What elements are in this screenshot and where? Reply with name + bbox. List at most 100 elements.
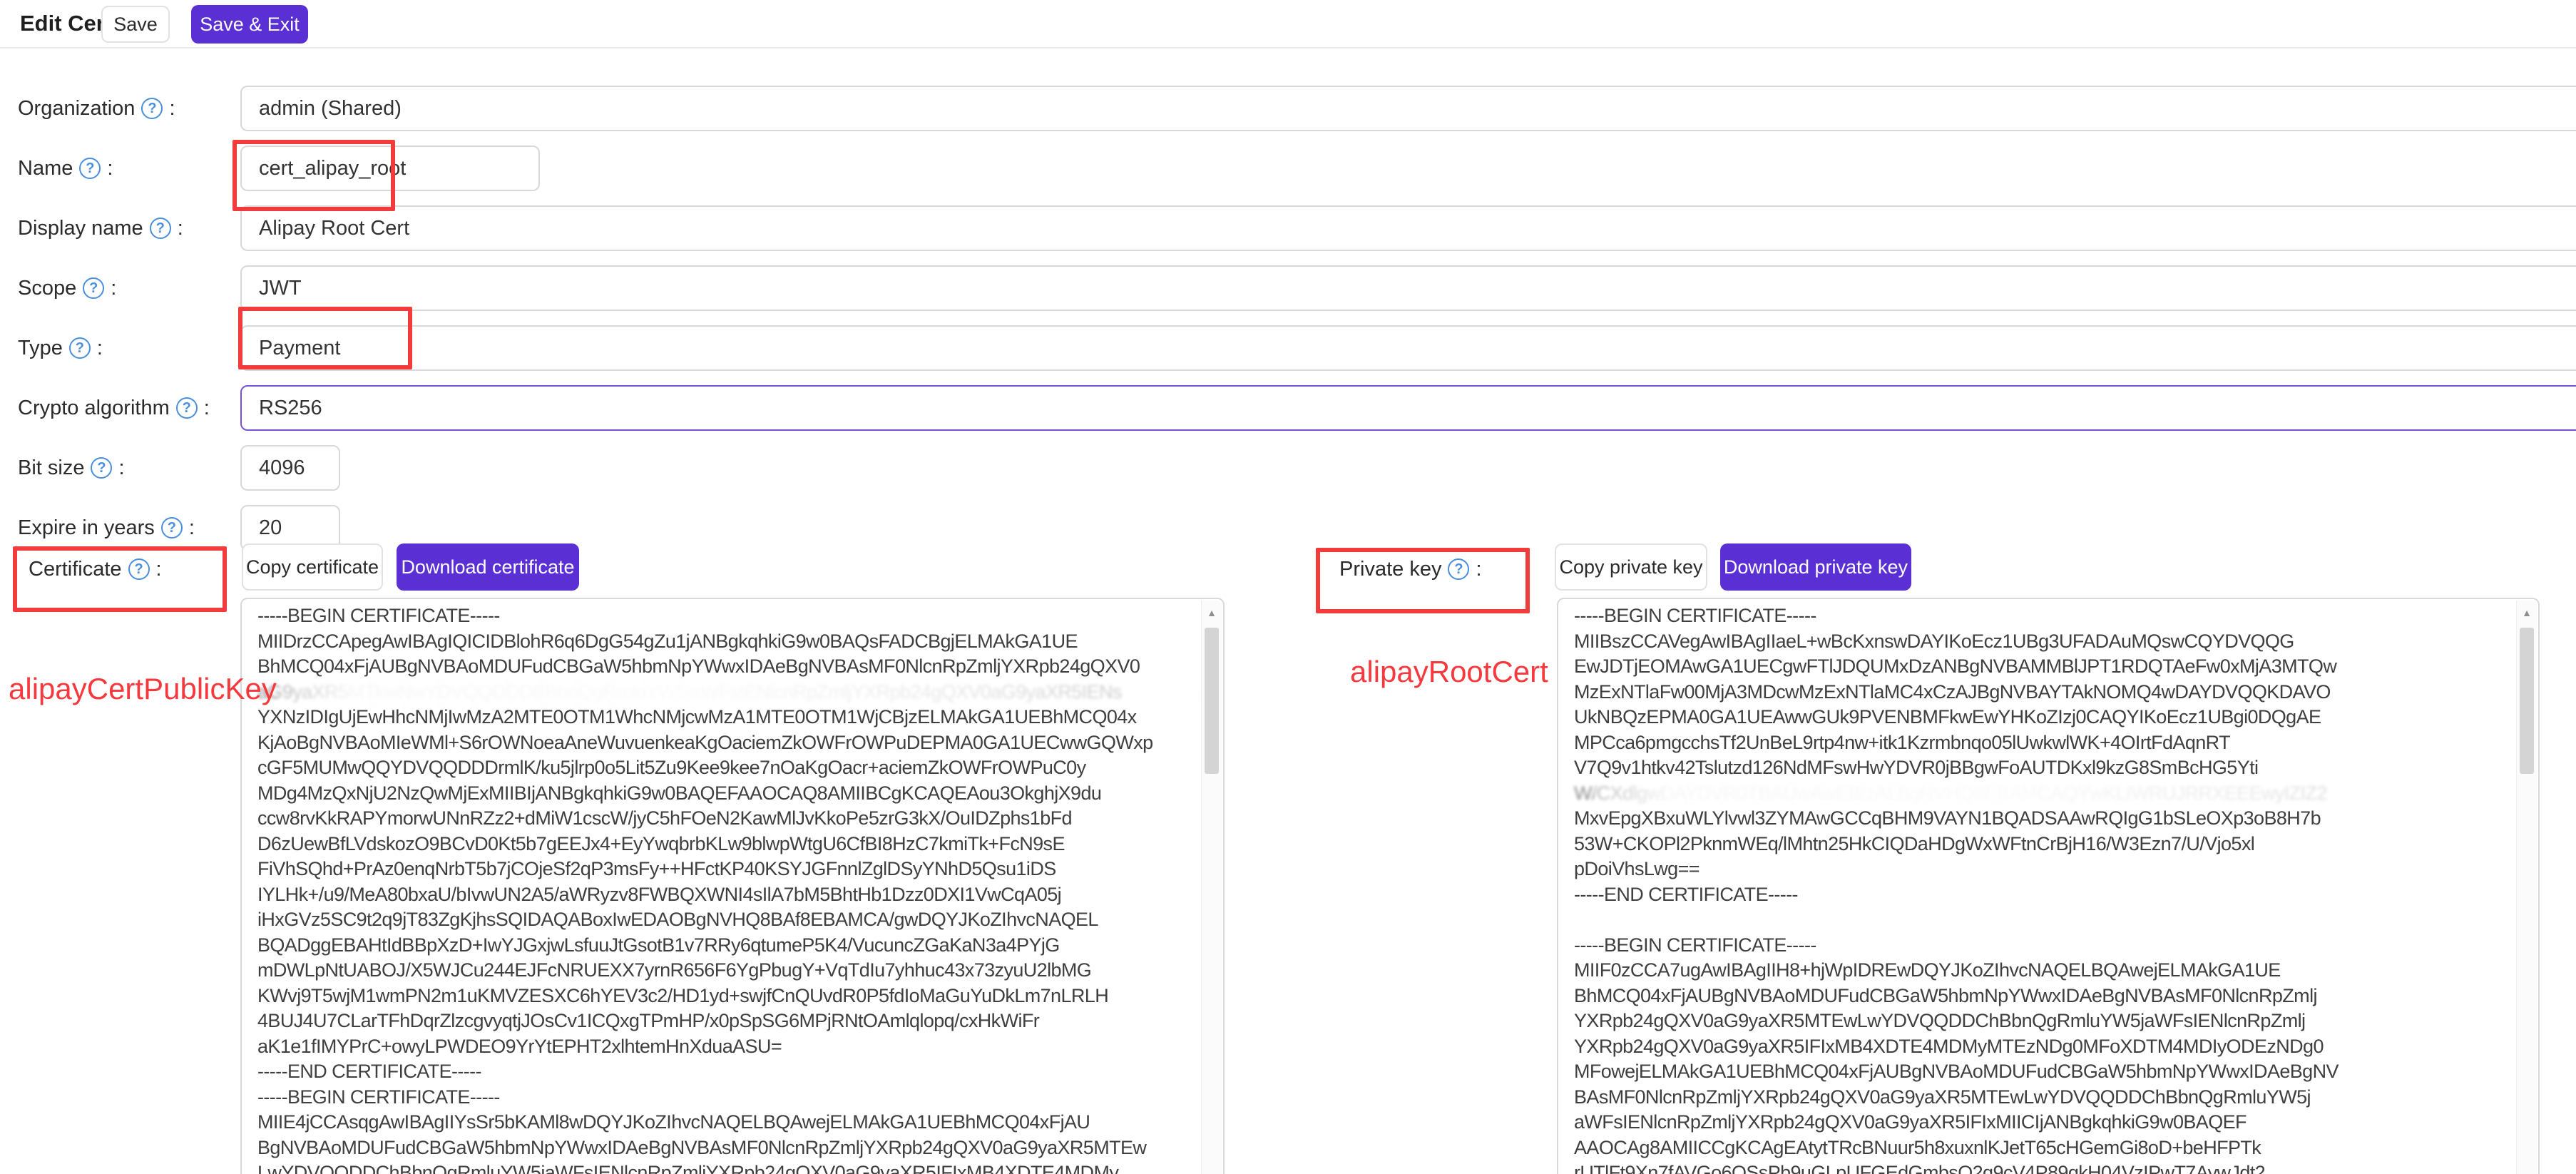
cert-line: mDWLpNtUABOJ/X5WJCu244EJFcNRUEXX7yrnR656…	[257, 958, 1197, 984]
certificate-content: -----BEGIN CERTIFICATE-----MIIDrzCCApegA…	[257, 603, 1197, 1174]
cert-line: MxvEpgXBxuWLYlvwl3ZYMAwGCCqBHM9VAYN1BQAD…	[1574, 806, 2513, 832]
help-icon[interactable]: ?	[1448, 558, 1469, 580]
help-icon[interactable]: ?	[91, 457, 112, 479]
cert-line: BQADggEBAHtIdBBpXzD+IwYJGxjwLsfuuJtGsotB…	[257, 933, 1197, 959]
cert-line: D6zUewBfLVdskozO9BCvD0Kt5b7gEEJx4+EyYwqb…	[257, 832, 1197, 857]
cert-line: YXNzIDIgUjEwHhcNMjIwMzA2MTE0OTM1WhcNMjcw…	[257, 705, 1197, 730]
label-colon: :	[156, 558, 162, 581]
bit-size-input[interactable]: 4096	[240, 445, 340, 491]
cert-line: aG9yaXR5MTkwNwYDVQQDDDBBbnQgRmluYW5jaWFs…	[257, 680, 1197, 705]
annotation-alipay-root-cert: alipayRootCert	[1350, 655, 1548, 689]
organization-input[interactable]: admin (Shared)	[240, 86, 2576, 131]
scrollbar-thumb[interactable]	[1205, 628, 1219, 774]
cert-line: -----BEGIN CERTIFICATE-----	[257, 1085, 1197, 1111]
form-row-scope: Scope ? : JWT	[0, 265, 2576, 311]
form-row-crypto-algorithm: Crypto algorithm ? : RS256	[0, 385, 2576, 431]
certificate-scrollbar[interactable]: ▲	[1201, 601, 1222, 1174]
cert-line: BhMCQ04xFjAUBgNVBAoMDUFudCBGaW5hbmNpYWwx…	[257, 654, 1197, 680]
cert-line: MIIF0zCCA7ugAwIBAgIIH8+hjWpIDREwDQYJKoZI…	[1574, 958, 2513, 984]
cert-line: MIIBszCCAVegAwIBAgIIaeL+wBcKxnswDAYIKoEc…	[1574, 629, 2513, 655]
cert-line: UkNBQzEPMA0GA1UEAwwGUk9PVENBMFkwEwYHKoZI…	[1574, 705, 2513, 730]
scroll-up-icon[interactable]: ▲	[2517, 601, 2537, 625]
crypto-algorithm-label: Crypto algorithm ? :	[18, 385, 210, 431]
display-name-label-text: Display name	[18, 217, 143, 240]
form-row-type: Type ? : Payment	[0, 325, 2576, 371]
organization-label-text: Organization	[18, 97, 135, 121]
cert-line: EwJDTjEOMAwGA1UECgwFTlJDQUMxDzANBgNVBAMM…	[1574, 654, 2513, 680]
label-colon: :	[169, 97, 175, 121]
crypto-algorithm-label-text: Crypto algorithm	[18, 397, 170, 420]
form-row-display-name: Display name ? : Alipay Root Cert	[0, 205, 2576, 251]
bit-size-label: Bit size ? :	[18, 445, 125, 491]
type-input[interactable]: Payment	[240, 325, 2576, 371]
download-private-key-button[interactable]: Download private key	[1720, 543, 1911, 591]
cert-line: -----END CERTIFICATE-----	[257, 1059, 1197, 1085]
label-colon: :	[1476, 558, 1481, 581]
organization-label: Organization ? :	[18, 86, 175, 131]
certificate-textarea[interactable]: -----BEGIN CERTIFICATE-----MIIDrzCCApegA…	[240, 598, 1225, 1174]
save-and-exit-button[interactable]: Save & Exit	[191, 5, 308, 44]
bit-size-label-text: Bit size	[18, 456, 84, 480]
cert-line: AAOCAg8AMIICCgKCAgEAtytTRcBNuur5h8xuxnlK…	[1574, 1135, 2513, 1161]
help-icon[interactable]: ?	[141, 98, 163, 119]
cert-line: rUTlFt9Xn7fAVGo6QSsPb9uGLpUFGEdGmbsQ2q9c…	[1574, 1160, 2513, 1174]
private-key-scrollbar[interactable]: ▲	[2516, 601, 2537, 1174]
scroll-up-icon[interactable]: ▲	[1202, 601, 1222, 625]
label-colon: :	[97, 337, 103, 360]
annotation-alipay-cert-public-key: alipayCertPublicKey	[9, 672, 277, 706]
download-certificate-button[interactable]: Download certificate	[397, 543, 579, 591]
cert-line: pDoiVhsLwg==	[1574, 857, 2513, 882]
cert-line: MFowejELMAkGA1UEBhMCQ04xFjAUBgNVBAoMDUFu…	[1574, 1059, 2513, 1085]
cert-line: KjAoBgNVBAoMIeWMl+S6rOWNoeaAneWuvuenkeaK…	[257, 730, 1197, 756]
cert-line: iHxGVz5SC9t2q9jT83ZgKjhsSQIDAQABoxIwEDAO…	[257, 907, 1197, 933]
crypto-algorithm-input[interactable]: RS256	[240, 385, 2576, 431]
cert-line: YXRpb24gQXV0aG9yaXR5IFIxMB4XDTE4MDMyMTEz…	[1574, 1034, 2513, 1060]
help-icon[interactable]: ?	[176, 397, 198, 419]
cert-line: LwYDVQQDDChBbnQgRmluYW5jaWFsIENlcnRpZmlj…	[257, 1160, 1197, 1174]
cert-line: BAsMF0NlcnRpZmljYXRpb24gQXV0aG9yaXR5MTEw…	[1574, 1085, 2513, 1111]
cert-line: -----BEGIN CERTIFICATE-----	[1574, 603, 2513, 629]
cert-line: W/CXdlgwDAYDVR0TBAUwAwEB/zALBgNVHQ8EBAMC…	[1574, 781, 2513, 807]
cert-line	[1574, 907, 2513, 933]
form-row-expire-years: Expire in years ? : 20	[0, 505, 2576, 551]
help-icon[interactable]: ?	[150, 218, 171, 239]
help-icon[interactable]: ?	[79, 158, 101, 179]
copy-private-key-button[interactable]: Copy private key	[1555, 543, 1707, 591]
name-label: Name ? :	[18, 146, 113, 191]
private-key-content: -----BEGIN CERTIFICATE-----MIIBszCCAVegA…	[1574, 603, 2513, 1174]
cert-line: 53W+CKOPl2PknmWEq/lMhtn25HkCIQDaHDgWxWFt…	[1574, 832, 2513, 857]
help-icon[interactable]: ?	[128, 558, 150, 580]
help-icon[interactable]: ?	[161, 517, 183, 538]
page-title: Edit Cert	[20, 0, 112, 47]
expire-years-label: Expire in years ? :	[18, 505, 195, 551]
scope-input[interactable]: JWT	[240, 265, 2576, 311]
certificate-label: Certificate ? :	[29, 546, 162, 592]
help-icon[interactable]: ?	[83, 277, 104, 299]
cert-line: BgNVBAoMDUFudCBGaW5hbmNpYWwxIDAeBgNVBAsM…	[257, 1135, 1197, 1161]
cert-line: ccw8rvKkRAPYmorwUNnRZz2+dMiW1cscW/jyC5hF…	[257, 806, 1197, 832]
display-name-input[interactable]: Alipay Root Cert	[240, 205, 2576, 251]
certificate-label-text: Certificate	[29, 558, 122, 581]
label-colon: :	[107, 157, 113, 180]
scrollbar-thumb[interactable]	[2520, 628, 2534, 774]
cert-line: -----BEGIN CERTIFICATE-----	[1574, 933, 2513, 959]
cert-line: aWFsIENlcnRpZmljYXRpb24gQXV0aG9yaXR5IFIx…	[1574, 1110, 2513, 1135]
cert-line: aK1e1fIMYPrC+owyLPWDEO9YrYtEPHT2xlhtemHn…	[257, 1034, 1197, 1060]
save-button[interactable]: Save	[101, 6, 170, 43]
cert-line: -----BEGIN CERTIFICATE-----	[257, 603, 1197, 629]
label-colon: :	[204, 397, 210, 420]
cert-line: MPCca6pmgcchsTf2UnBeL9rtp4nw+itk1Kzrmbnq…	[1574, 730, 2513, 756]
private-key-label: Private key ? :	[1339, 546, 1482, 592]
cert-line: BhMCQ04xFjAUBgNVBAoMDUFudCBGaW5hbmNpYWwx…	[1574, 984, 2513, 1009]
name-label-text: Name	[18, 157, 73, 180]
label-colon: :	[189, 516, 195, 540]
label-colon: :	[118, 456, 124, 480]
copy-certificate-button[interactable]: Copy certificate	[242, 543, 383, 591]
help-icon[interactable]: ?	[69, 337, 91, 359]
private-key-textarea[interactable]: -----BEGIN CERTIFICATE-----MIIBszCCAVegA…	[1557, 598, 2540, 1174]
scope-label-text: Scope	[18, 277, 76, 300]
cert-line: -----END CERTIFICATE-----	[1574, 882, 2513, 908]
cert-line: MzExNTlaFw00MjA3MDcwMzExNTlaMC4xCzAJBgNV…	[1574, 680, 2513, 705]
expire-years-label-text: Expire in years	[18, 516, 155, 540]
name-input[interactable]: cert_alipay_root	[240, 146, 540, 191]
